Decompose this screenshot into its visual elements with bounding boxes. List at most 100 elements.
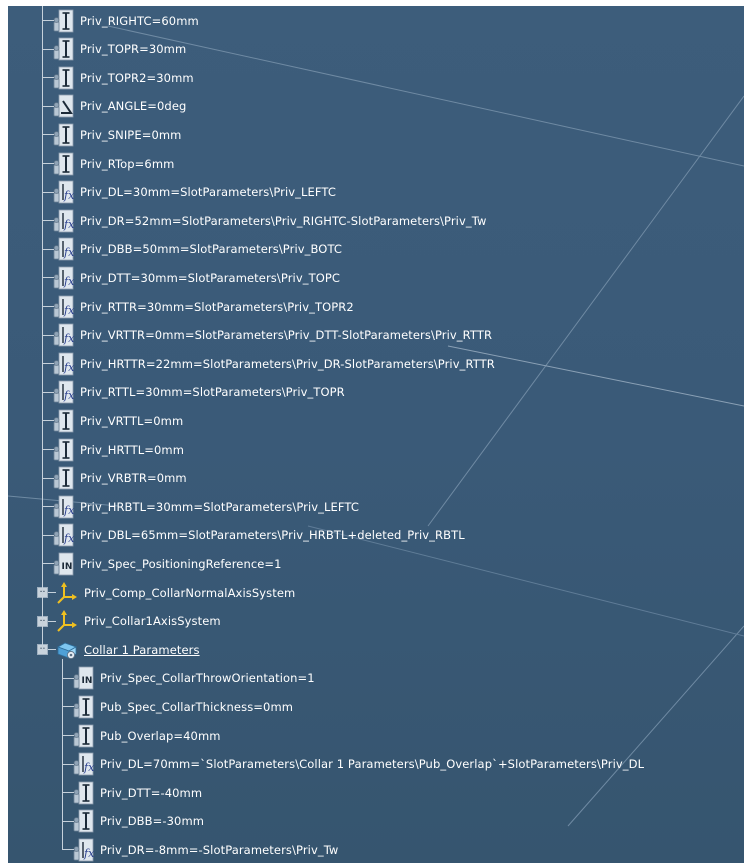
tree-node-parameter[interactable]: Priv_ANGLE=0deg bbox=[52, 92, 186, 121]
tree-node-parameter[interactable]: Priv_DTT=-40mm bbox=[72, 778, 202, 807]
tree-horizontal-connector bbox=[42, 105, 54, 107]
tree-node-label: Priv_Spec_CollarThrowOrientation=1 bbox=[100, 671, 315, 686]
tree-node-axis-system[interactable]: Priv_Comp_CollarNormalAxisSystem bbox=[56, 578, 295, 607]
formula-parameter-icon: fx bbox=[52, 523, 74, 547]
svg-text:fx: fx bbox=[63, 218, 74, 231]
tree-node-parameter[interactable]: Priv_TOPR=30mm bbox=[52, 35, 186, 64]
tree-node-parameter[interactable]: Priv_HRTTL=0mm bbox=[52, 435, 184, 464]
tree-node-parameter[interactable]: fx Priv_DR=-8mm=-SlotParameters\Priv_Tw bbox=[72, 835, 338, 863]
formula-parameter-icon: fx bbox=[52, 495, 74, 519]
tree-node-parameter[interactable]: Priv_SNIPE=0mm bbox=[52, 120, 181, 149]
formula-parameter-icon: fx bbox=[52, 295, 74, 319]
tree-node-label: Priv_DR=52mm=SlotParameters\Priv_RIGHTC-… bbox=[80, 213, 487, 228]
tree-horizontal-connector bbox=[48, 592, 56, 593]
length-parameter-icon bbox=[52, 66, 74, 90]
tree-node-label: Priv_TOPR=30mm bbox=[80, 42, 187, 57]
tree-node-label: Priv_RTTL=30mm=SlotParameters\Priv_TOPR bbox=[80, 385, 345, 400]
tree-node-parameter[interactable]: fx Priv_VRTTR=0mm=SlotParameters\Priv_DTT… bbox=[52, 321, 492, 350]
tree-horizontal-connector bbox=[42, 277, 54, 279]
tree-node-label: Priv_DTT=30mm=SlotParameters\Priv_TOPC bbox=[80, 270, 341, 285]
length-parameter-icon bbox=[72, 781, 94, 805]
svg-text:fx: fx bbox=[83, 847, 94, 860]
formula-parameter-icon: fx bbox=[72, 838, 94, 862]
tree-horizontal-connector bbox=[42, 334, 54, 336]
tree-node-parameter[interactable]: Priv_VRBTR=0mm bbox=[52, 464, 187, 493]
tree-node-label: Priv_VRBTR=0mm bbox=[80, 471, 187, 486]
tree-node-parameter[interactable]: fx Priv_DR=52mm=SlotParameters\Priv_RIGHT… bbox=[52, 206, 486, 235]
tree-node-parameter[interactable]: fx Priv_DBL=65mm=SlotParameters\Priv_HRBT… bbox=[52, 521, 465, 550]
tree-horizontal-connector bbox=[62, 820, 74, 822]
tree-horizontal-connector bbox=[42, 506, 54, 508]
tree-node-parameter[interactable]: fx Priv_DL=70mm=`SlotParameters\Collar 1 … bbox=[72, 750, 644, 779]
tree-node-parameter[interactable]: fx Priv_HRTTR=22mm=SlotParameters\Priv_DR… bbox=[52, 349, 495, 378]
tree-horizontal-connector bbox=[62, 763, 74, 765]
tree-node-parameter[interactable]: fx Priv_DBB=50mm=SlotParameters\Priv_BOTC bbox=[52, 235, 342, 264]
tree-node-parameter[interactable]: Priv_DBB=-30mm bbox=[72, 807, 204, 836]
tree-vertical-connector bbox=[42, 6, 43, 650]
tree-horizontal-connector bbox=[42, 477, 54, 479]
tree-node-label: Priv_HRTTL=0mm bbox=[80, 442, 185, 457]
tree-node-label: Priv_VRTTL=0mm bbox=[80, 413, 184, 428]
tree-node-parameter[interactable]: fx Priv_RTTL=30mm=SlotParameters\Priv_TOP… bbox=[52, 378, 345, 407]
tree-horizontal-connector bbox=[42, 534, 54, 536]
length-parameter-icon bbox=[52, 9, 74, 33]
tree-horizontal-connector bbox=[48, 620, 56, 622]
svg-text:IN: IN bbox=[82, 676, 93, 686]
tree-node-label: Pub_Spec_CollarThickness=0mm bbox=[100, 699, 294, 714]
tree-node-parameter[interactable]: IN Priv_Spec_CollarThrowOrientation=1 bbox=[72, 664, 315, 693]
tree-horizontal-connector bbox=[62, 677, 74, 679]
tree-node-parameter[interactable]: Pub_Spec_CollarThickness=0mm bbox=[72, 692, 293, 721]
tree-horizontal-connector bbox=[42, 420, 54, 422]
tree-horizontal-connector bbox=[48, 649, 56, 651]
tree-node-label: Priv_DL=70mm=`SlotParameters\Collar 1 Pa… bbox=[100, 757, 645, 772]
tree-node-parameter[interactable]: fx Priv_DTT=30mm=SlotParameters\Priv_TOPC bbox=[52, 263, 340, 292]
tree-node-label: Priv_SNIPE=0mm bbox=[80, 127, 182, 142]
tree-node-label: Priv_DBL=65mm=SlotParameters\Priv_HRBTL+… bbox=[80, 528, 465, 543]
svg-text:IN: IN bbox=[62, 562, 73, 572]
tree-node-label: Priv_DBB=50mm=SlotParameters\Priv_BOTC bbox=[80, 242, 343, 257]
tree-node-label: Priv_DTT=-40mm bbox=[100, 785, 203, 800]
tree-horizontal-connector bbox=[42, 363, 54, 365]
tree-node-label: Priv_RTTR=30mm=SlotParameters\Priv_TOPR2 bbox=[80, 299, 354, 314]
axis-system-icon bbox=[56, 581, 78, 605]
tree-node-parameter[interactable]: Priv_VRTTL=0mm bbox=[52, 406, 183, 435]
tree-node-label: Priv_DBB=-30mm bbox=[100, 814, 205, 829]
tree-node-parameter[interactable]: fx Priv_RTTR=30mm=SlotParameters\Priv_TOP… bbox=[52, 292, 354, 321]
svg-text:fx: fx bbox=[63, 332, 74, 345]
tree-node-parameter[interactable]: Pub_Overlap=40mm bbox=[72, 721, 221, 750]
tree-node-label: Priv_HRTTR=22mm=SlotParameters\Priv_DR-S… bbox=[80, 356, 495, 371]
svg-text:fx: fx bbox=[63, 275, 74, 288]
formula-parameter-icon: fx bbox=[52, 237, 74, 261]
formula-parameter-icon: fx bbox=[52, 323, 74, 347]
length-parameter-icon bbox=[52, 438, 74, 462]
formula-parameter-icon: fx bbox=[72, 752, 94, 776]
length-parameter-icon bbox=[52, 123, 74, 147]
formula-parameter-icon: fx bbox=[52, 266, 74, 290]
tree-node-parameter[interactable]: Priv_RIGHTC=60mm bbox=[52, 6, 199, 35]
tree-horizontal-connector bbox=[42, 163, 54, 164]
tree-horizontal-connector bbox=[62, 792, 74, 794]
tree-node-label: Priv_VRTTR=0mm=SlotParameters\Priv_DTT-S… bbox=[80, 328, 493, 343]
3d-viewport[interactable]: Priv_RIGHTC=60mm Priv_TOPR=30mm Priv_TOPR2… bbox=[8, 6, 744, 863]
tree-node-parameter[interactable]: Priv_RTop=6mm bbox=[52, 149, 174, 178]
svg-text:fx: fx bbox=[63, 361, 74, 374]
formula-parameter-icon: fx bbox=[52, 380, 74, 404]
tree-node-label: Priv_Spec_PositioningReference=1 bbox=[80, 556, 282, 571]
formula-parameter-icon: fx bbox=[52, 352, 74, 376]
tree-node-parameter[interactable]: fx Priv_DL=30mm=SlotParameters\Priv_LEFTC bbox=[52, 178, 336, 207]
tree-node-parameter[interactable]: Priv_TOPR2=30mm bbox=[52, 63, 194, 92]
axis-system-icon bbox=[56, 609, 78, 633]
length-parameter-icon bbox=[72, 809, 94, 833]
tree-node-parameter[interactable]: fx Priv_HRBTL=30mm=SlotParameters\Priv_LE… bbox=[52, 492, 359, 521]
tree-horizontal-connector bbox=[42, 306, 54, 307]
tree-node-parameter[interactable]: IN Priv_Spec_PositioningReference=1 bbox=[52, 549, 282, 578]
tree-node-parameter-set[interactable]: Collar 1 Parameters bbox=[56, 635, 200, 664]
length-parameter-icon bbox=[52, 409, 74, 433]
tree-node-axis-system[interactable]: Priv_Collar1AxisSystem bbox=[56, 607, 221, 636]
formula-parameter-icon: fx bbox=[52, 209, 74, 233]
tree-node-label: Priv_DR=-8mm=-SlotParameters\Priv_Tw bbox=[100, 842, 339, 857]
length-parameter-icon bbox=[52, 37, 74, 61]
tree-horizontal-connector bbox=[42, 220, 54, 222]
tree-horizontal-connector bbox=[42, 48, 54, 50]
integer-parameter-icon: IN bbox=[72, 666, 94, 690]
